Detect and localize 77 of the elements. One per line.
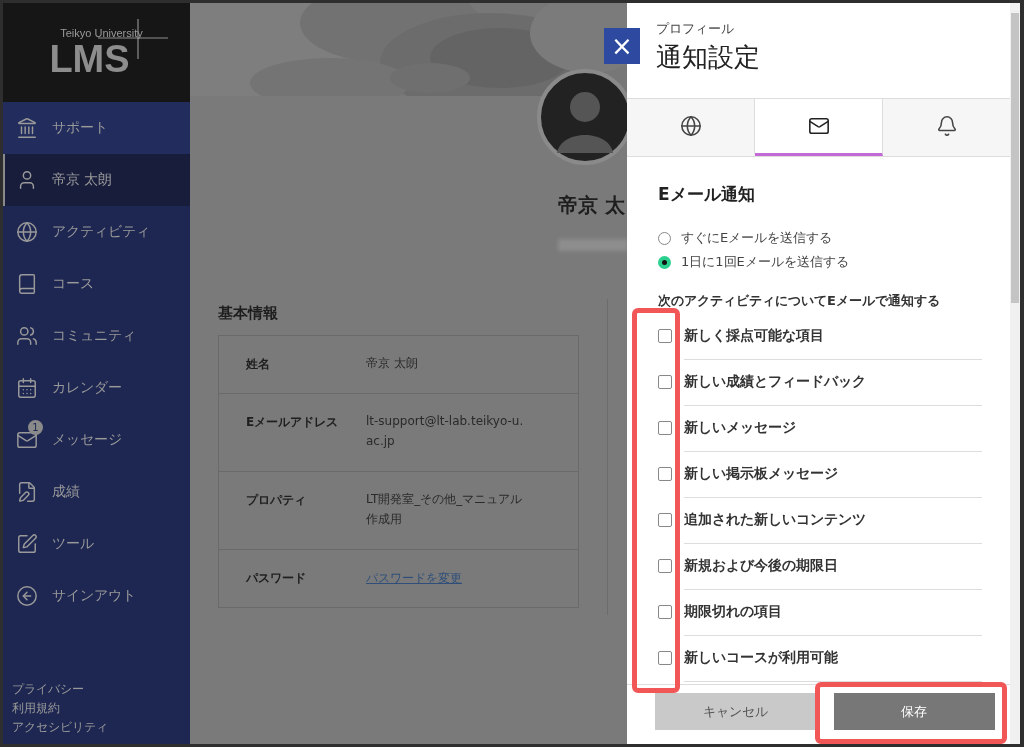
envelope-icon (807, 115, 830, 137)
close-button[interactable]: × (604, 28, 640, 64)
nav-label: カレンダー (52, 379, 122, 397)
nav-item[interactable]: コミュニティ (3, 310, 190, 362)
calendar-icon (16, 377, 38, 399)
cancel-button[interactable]: キャンセル (655, 693, 817, 730)
envelope-icon (16, 429, 38, 451)
checkbox-label: 新規および今後の期限日 (684, 556, 838, 575)
checkbox[interactable] (658, 421, 672, 435)
nav-item[interactable]: 帝京 太朗 (3, 154, 190, 206)
nav-item[interactable]: ツール (3, 518, 190, 570)
field-label: プロパティ (245, 492, 307, 509)
field-label: 姓名 (245, 356, 271, 373)
nav-item[interactable]: コース (3, 258, 190, 310)
checkbox-label: 期限切れの項目 (684, 602, 782, 621)
logo-text: LMS (49, 38, 130, 79)
checkbox-label: 新しく採点可能な項目 (684, 326, 824, 345)
field-value: 帝京 太朗 (366, 355, 419, 372)
checkbox[interactable] (658, 513, 672, 527)
edit-icon (16, 533, 38, 555)
radio-button[interactable] (658, 255, 671, 269)
checkbox[interactable] (658, 375, 672, 389)
checkbox-label: 新しい掲示板メッセージ (684, 464, 838, 483)
exit-icon (16, 585, 38, 607)
field-value: lt-support@lt-lab.teikyo-u.ac.jp (366, 413, 525, 450)
radio-button[interactable] (658, 231, 671, 245)
people-icon (16, 325, 38, 347)
blurred-text (558, 239, 627, 251)
globe-icon (16, 221, 38, 243)
bell-icon (935, 115, 958, 137)
nav-item[interactable]: サポート (3, 102, 190, 154)
globe-icon (679, 115, 702, 137)
scrollbar[interactable] (1010, 3, 1020, 744)
section-title: Eメール通知 (658, 183, 755, 206)
nav-label: ツール (52, 535, 94, 553)
nav-item[interactable]: サインアウト (3, 570, 190, 622)
section-title: 基本情報 (218, 304, 278, 323)
nav-label: 成績 (52, 483, 80, 501)
radio-label: 1日に1回Eメールを送信する (681, 253, 849, 271)
checkbox[interactable] (658, 329, 672, 343)
checkbox-label: 追加された新しいコンテンツ (684, 510, 866, 529)
field-label: Eメールアドレス (245, 414, 340, 431)
checkbox[interactable] (658, 467, 672, 481)
panel-subtitle: プロフィール (656, 20, 734, 38)
tab[interactable] (755, 99, 883, 156)
book-icon (16, 273, 38, 295)
footer-link[interactable]: アクセシビリティ (12, 719, 108, 736)
profile-name: 帝京 太 (558, 192, 625, 219)
checkbox[interactable] (658, 651, 672, 665)
save-button[interactable]: 保存 (833, 693, 995, 730)
nav-label: メッセージ (52, 431, 122, 449)
bank-icon (16, 117, 38, 139)
checkbox[interactable] (658, 559, 672, 573)
document-icon (16, 481, 38, 503)
panel-title: 通知設定 (656, 41, 760, 74)
footer-link[interactable]: プライバシー (12, 681, 84, 698)
nav-item[interactable]: カレンダー (3, 362, 190, 414)
nav-item[interactable]: アクティビティ (3, 206, 190, 258)
nav-item[interactable]: 1 メッセージ (3, 414, 190, 466)
nav-label: コミュニティ (52, 327, 136, 345)
checkbox-label: 新しいコースが利用可能 (684, 648, 838, 667)
nav-label: サインアウト (52, 587, 136, 605)
nav-label: 帝京 太朗 (52, 171, 113, 189)
checkbox-heading: 次のアクティビティについてEメールで通知する (658, 292, 940, 310)
count-badge: 1 (28, 420, 43, 435)
field-label: パスワード (245, 570, 307, 587)
nav-label: コース (52, 275, 94, 293)
tab[interactable] (627, 99, 755, 156)
field-value: LT開発室_その他_マニュアル作成用 (366, 491, 524, 528)
nav-item[interactable]: 成績 (3, 466, 190, 518)
nav-label: サポート (52, 119, 108, 137)
checkbox-label: 新しい成績とフィードバック (684, 372, 866, 391)
checkbox[interactable] (658, 605, 672, 619)
nav-label: アクティビティ (52, 223, 150, 241)
checkbox-label: 新しいメッセージ (684, 418, 796, 437)
radio-label: すぐにEメールを送信する (681, 229, 833, 247)
footer-link[interactable]: 利用規約 (12, 700, 60, 717)
